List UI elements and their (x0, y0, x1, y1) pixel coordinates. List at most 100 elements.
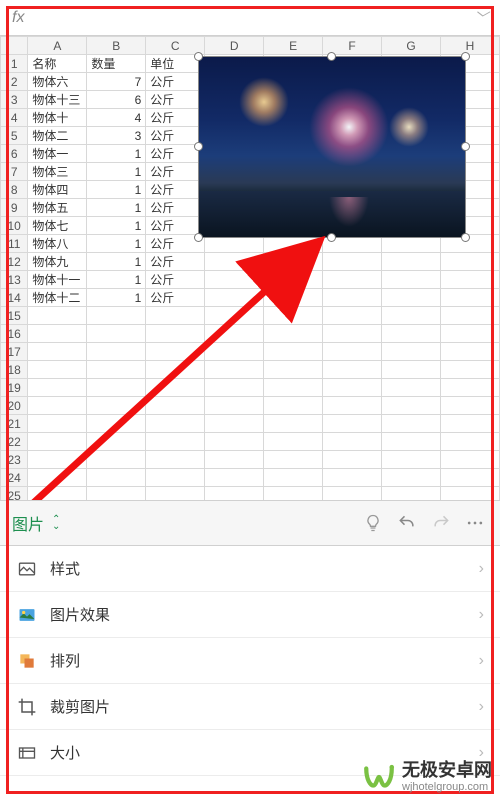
row-header[interactable]: 11 (1, 235, 28, 253)
cell[interactable] (146, 487, 205, 501)
cell[interactable] (146, 397, 205, 415)
cell[interactable]: 1 (87, 181, 146, 199)
cell[interactable] (87, 361, 146, 379)
row-header[interactable]: 10 (1, 217, 28, 235)
cell[interactable]: 物体三 (28, 163, 87, 181)
cell[interactable]: 6 (87, 91, 146, 109)
cell[interactable] (382, 397, 441, 415)
cell[interactable] (28, 397, 87, 415)
cell[interactable]: 物体十一 (28, 271, 87, 289)
cell[interactable] (441, 325, 500, 343)
cell[interactable] (441, 379, 500, 397)
col-header[interactable]: D (205, 37, 264, 55)
cell[interactable] (323, 289, 382, 307)
tab-selector-icon[interactable]: ⌃⌄ (52, 516, 60, 530)
cell[interactable]: 名称 (28, 55, 87, 73)
cell[interactable] (28, 343, 87, 361)
cell[interactable] (205, 379, 264, 397)
cell[interactable]: 公斤 (146, 217, 205, 235)
cell[interactable] (382, 271, 441, 289)
cell[interactable] (382, 325, 441, 343)
cell[interactable] (264, 271, 323, 289)
row-header[interactable]: 17 (1, 343, 28, 361)
cell[interactable]: 1 (87, 217, 146, 235)
cell[interactable] (382, 253, 441, 271)
resize-handle[interactable] (461, 52, 470, 61)
cell[interactable] (205, 433, 264, 451)
row-header[interactable]: 8 (1, 181, 28, 199)
cell[interactable]: 1 (87, 253, 146, 271)
cell[interactable] (146, 361, 205, 379)
cell[interactable] (87, 487, 146, 501)
cell[interactable] (205, 469, 264, 487)
cell[interactable] (146, 307, 205, 325)
row-header[interactable]: 2 (1, 73, 28, 91)
cell[interactable] (441, 343, 500, 361)
cell[interactable] (28, 307, 87, 325)
cell[interactable] (323, 487, 382, 501)
cell[interactable] (264, 289, 323, 307)
cell[interactable] (323, 307, 382, 325)
cell[interactable]: 公斤 (146, 163, 205, 181)
cell[interactable]: 公斤 (146, 109, 205, 127)
select-all-cell[interactable] (1, 37, 28, 55)
lightbulb-icon[interactable] (360, 510, 386, 536)
row-header[interactable]: 12 (1, 253, 28, 271)
cell[interactable] (146, 415, 205, 433)
redo-icon[interactable] (428, 510, 454, 536)
cell[interactable] (441, 451, 500, 469)
cell[interactable]: 1 (87, 235, 146, 253)
cell[interactable]: 公斤 (146, 181, 205, 199)
cell[interactable] (441, 433, 500, 451)
more-icon[interactable] (462, 510, 488, 536)
row-header[interactable]: 19 (1, 379, 28, 397)
cell[interactable] (28, 361, 87, 379)
row-header[interactable]: 3 (1, 91, 28, 109)
cell[interactable]: 数量 (87, 55, 146, 73)
col-header[interactable]: G (382, 37, 441, 55)
row-header[interactable]: 25 (1, 487, 28, 501)
cell[interactable] (87, 415, 146, 433)
cell[interactable] (28, 469, 87, 487)
cell[interactable] (264, 469, 323, 487)
row-header[interactable]: 4 (1, 109, 28, 127)
cell[interactable] (87, 397, 146, 415)
cell[interactable] (382, 469, 441, 487)
cell[interactable] (323, 253, 382, 271)
cell[interactable] (382, 433, 441, 451)
cell[interactable] (441, 361, 500, 379)
resize-handle[interactable] (194, 142, 203, 151)
cell[interactable] (205, 361, 264, 379)
cell[interactable] (264, 487, 323, 501)
cell[interactable] (441, 289, 500, 307)
row-header[interactable]: 5 (1, 127, 28, 145)
resize-handle[interactable] (327, 52, 336, 61)
cell[interactable] (205, 271, 264, 289)
cell[interactable] (441, 307, 500, 325)
cell[interactable] (441, 397, 500, 415)
cell[interactable] (28, 379, 87, 397)
cell[interactable]: 公斤 (146, 271, 205, 289)
cell[interactable] (87, 343, 146, 361)
row-header[interactable]: 18 (1, 361, 28, 379)
cell[interactable] (264, 325, 323, 343)
cell[interactable]: 物体五 (28, 199, 87, 217)
cell[interactable] (441, 469, 500, 487)
cell[interactable] (441, 415, 500, 433)
col-header[interactable]: H (441, 37, 500, 55)
resize-handle[interactable] (461, 233, 470, 242)
cell[interactable]: 物体二 (28, 127, 87, 145)
cell[interactable]: 物体七 (28, 217, 87, 235)
cell[interactable] (441, 271, 500, 289)
cell[interactable] (264, 379, 323, 397)
cell[interactable] (87, 379, 146, 397)
cell[interactable] (146, 379, 205, 397)
cell[interactable] (205, 253, 264, 271)
cell[interactable] (323, 343, 382, 361)
cell[interactable]: 1 (87, 199, 146, 217)
cell[interactable] (382, 289, 441, 307)
cell[interactable] (87, 433, 146, 451)
row-header[interactable]: 23 (1, 451, 28, 469)
cell[interactable] (323, 433, 382, 451)
row-header[interactable]: 16 (1, 325, 28, 343)
